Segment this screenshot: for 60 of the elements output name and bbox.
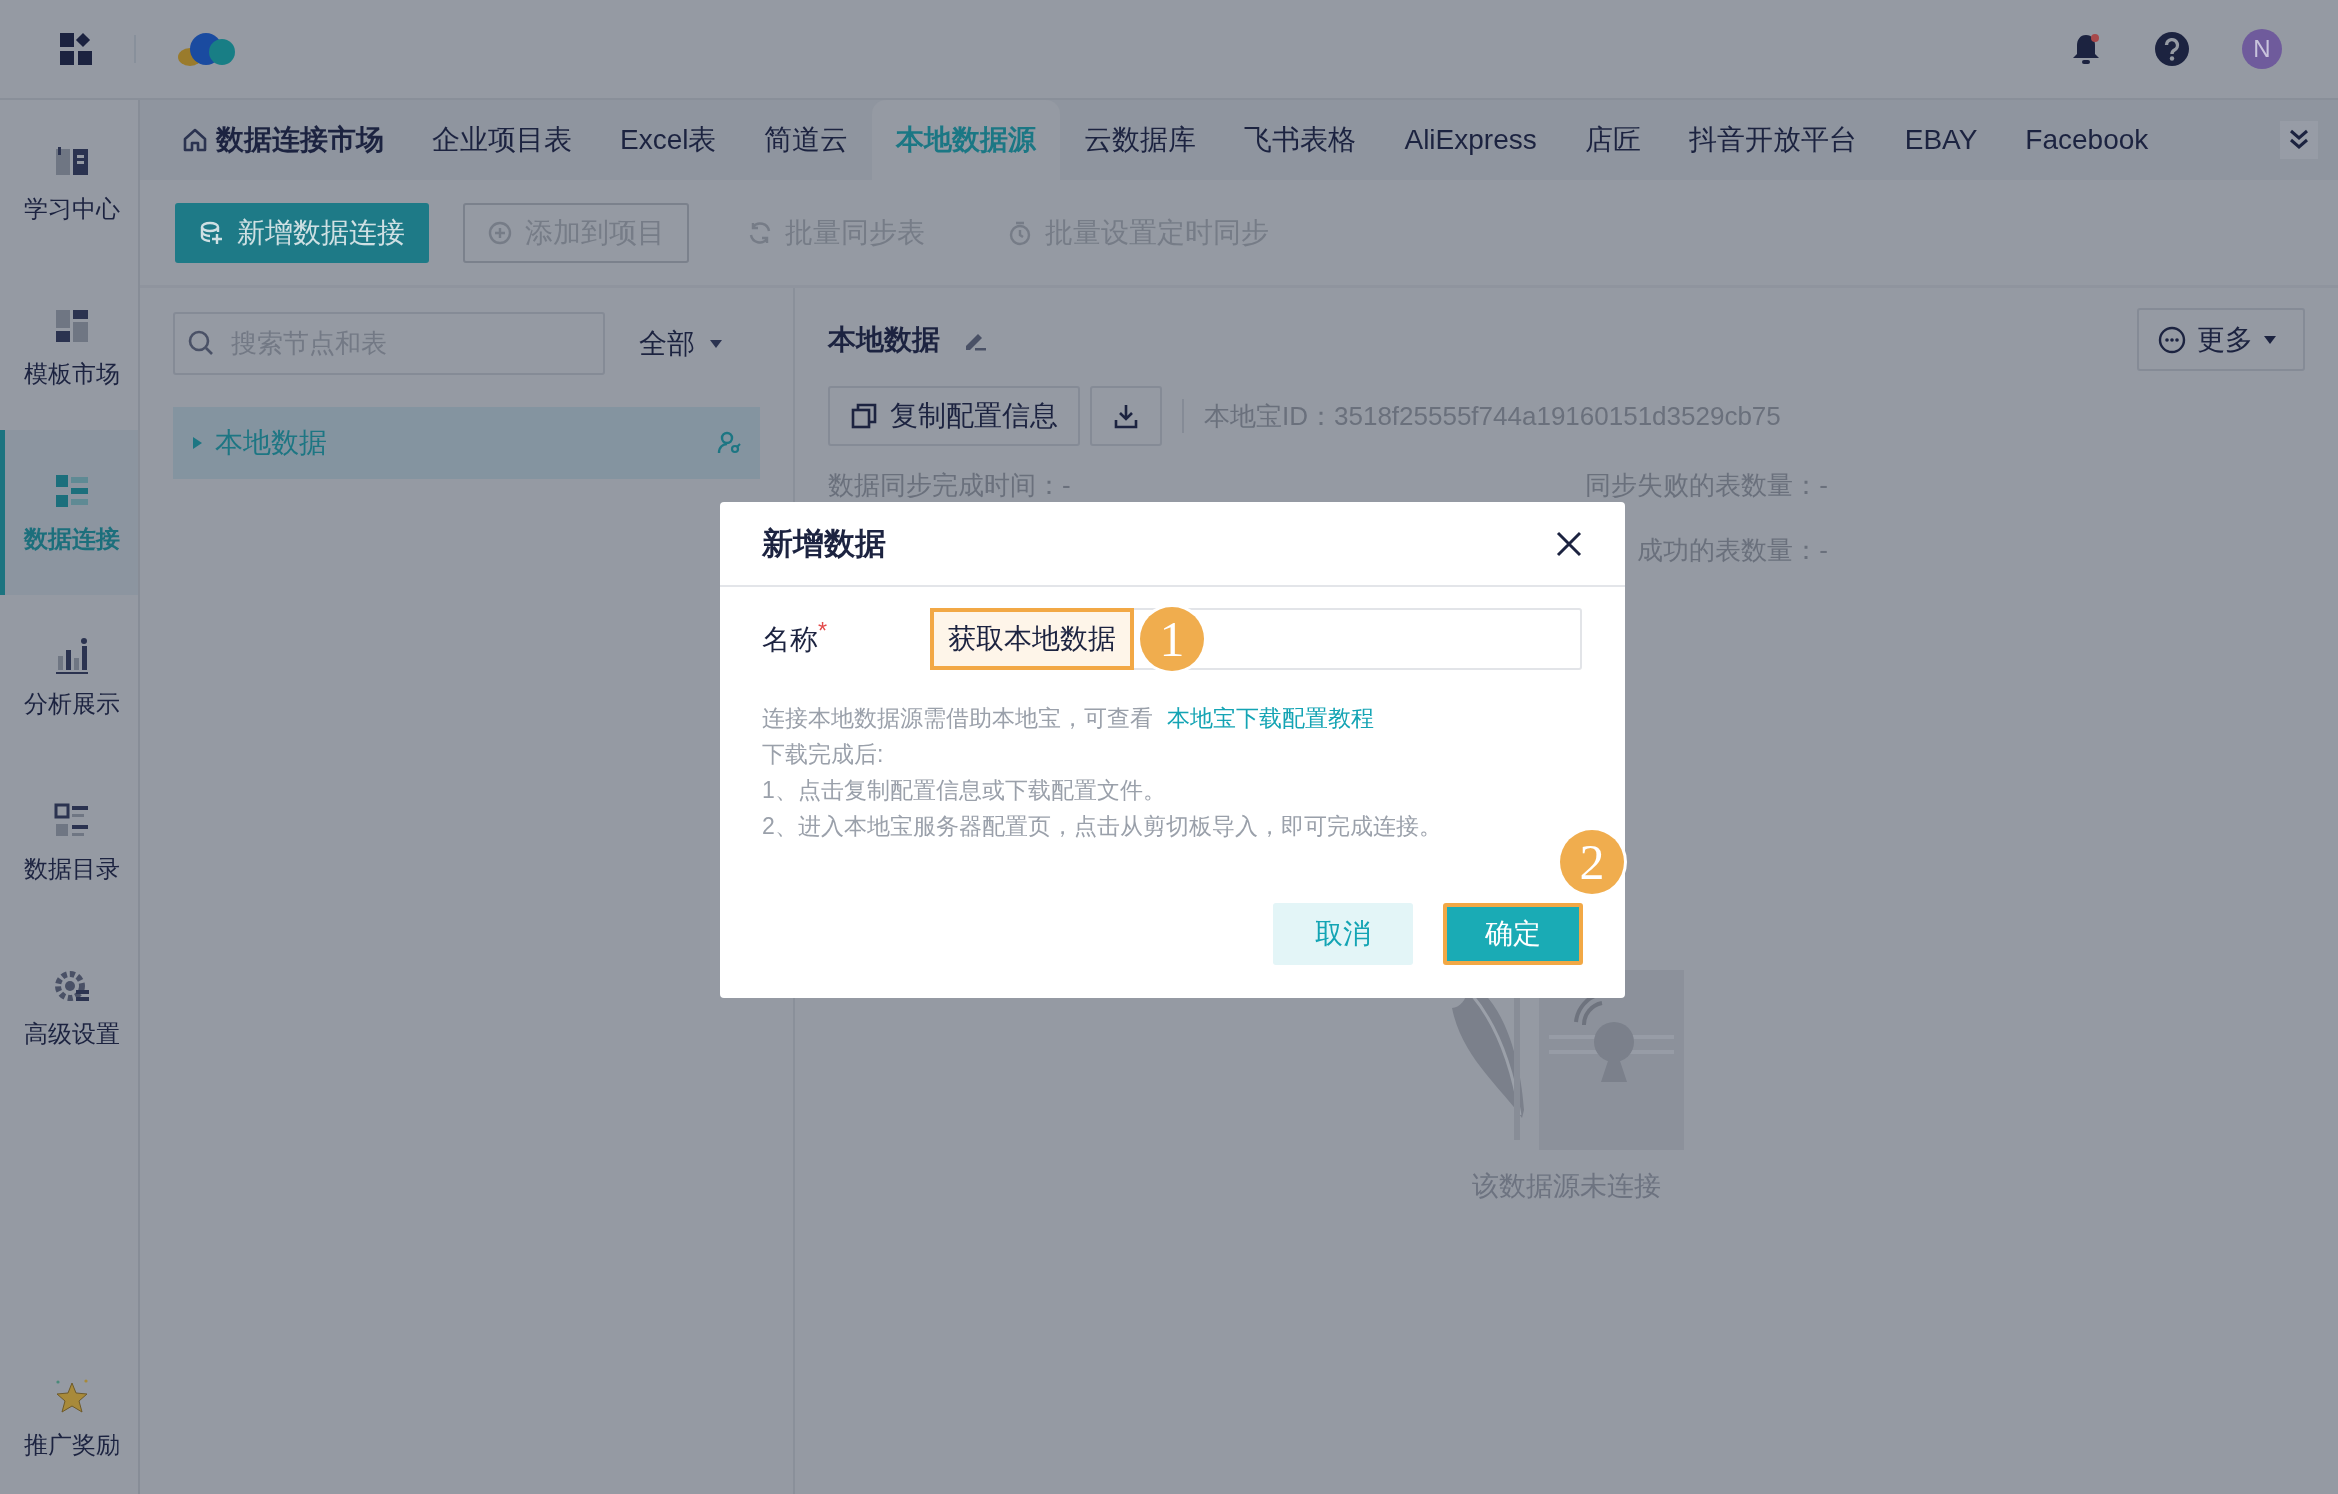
tab[interactable]: AliExpress bbox=[1380, 100, 1561, 180]
search-icon bbox=[187, 329, 215, 357]
sidebar-label: 数据连接 bbox=[23, 523, 120, 554]
download-button[interactable] bbox=[1090, 386, 1162, 446]
sidebar-item[interactable]: 学习中心 bbox=[0, 100, 138, 265]
dialog-title: 新增数据 bbox=[762, 524, 887, 563]
tree-label: 本地数据 bbox=[215, 426, 328, 460]
tab[interactable]: Excel表 bbox=[596, 100, 741, 180]
step-badge: 2 bbox=[1560, 830, 1624, 894]
help-text: 连接本地数据源需借助本地宝，可查看 本地宝下载配置教程 bbox=[762, 704, 1375, 733]
sidebar-item[interactable]: 模板市场 bbox=[0, 265, 138, 430]
database-plus-icon bbox=[199, 219, 225, 246]
apps-icon[interactable] bbox=[58, 31, 94, 67]
help-icon[interactable] bbox=[2154, 31, 2190, 67]
tab[interactable]: 云数据库 bbox=[1060, 100, 1221, 180]
confirm-button[interactable]: 确定 bbox=[1443, 903, 1583, 965]
sidebar-item[interactable]: 数据目录 bbox=[0, 760, 138, 925]
tab[interactable]: 店匠 bbox=[1560, 100, 1665, 180]
caret-icon bbox=[2263, 334, 2277, 345]
timer-icon bbox=[1007, 219, 1033, 246]
tab[interactable]: 企业项目表 bbox=[408, 100, 596, 180]
sidebar-label: 数据目录 bbox=[23, 853, 120, 884]
sidebar-label: 模板市场 bbox=[23, 358, 120, 389]
sidebar-label: 分析展示 bbox=[23, 688, 120, 719]
detail-title: 本地数据 bbox=[828, 322, 940, 357]
copy-config-button[interactable]: 复制配置信息 bbox=[828, 386, 1080, 446]
tab[interactable]: Facebook bbox=[2001, 100, 2173, 180]
help-text: 1、点击复制配置信息或下载配置文件。 bbox=[762, 776, 1167, 805]
tab[interactable]: 抖音开放平台 bbox=[1664, 100, 1881, 180]
copy-icon bbox=[850, 402, 878, 430]
sidebar-label: 高级设置 bbox=[23, 1018, 120, 1049]
plus-circle-icon bbox=[487, 219, 513, 246]
tutorial-link[interactable]: 本地宝下载配置教程 bbox=[1167, 705, 1374, 731]
sidebar-item[interactable]: 高级设置 bbox=[0, 925, 138, 1090]
tab[interactable]: EBAY bbox=[1880, 100, 2002, 180]
cancel-button[interactable]: 取消 bbox=[1273, 903, 1413, 965]
filter-dropdown[interactable]: 全部 bbox=[633, 323, 729, 364]
help-text: 2、进入本地宝服务器配置页，点击从剪切板导入，即可完成连接。 bbox=[762, 812, 1443, 841]
sync-icon bbox=[747, 219, 773, 246]
field-value: 获取本地数据 bbox=[930, 608, 1134, 670]
tab[interactable]: 数据连接市场 bbox=[158, 100, 408, 180]
more-icon bbox=[2157, 324, 2187, 355]
caret-icon bbox=[709, 338, 723, 349]
home-icon bbox=[182, 127, 208, 153]
sidebar-item[interactable]: 推广奖励 bbox=[0, 1344, 138, 1494]
logo-icon bbox=[176, 31, 238, 67]
step-badge: 1 bbox=[1140, 607, 1204, 671]
expand-icon[interactable] bbox=[2280, 121, 2318, 159]
sidebar-label: 推广奖励 bbox=[23, 1430, 120, 1460]
tab[interactable]: 飞书表格 bbox=[1220, 100, 1381, 180]
toolbar-button[interactable]: 新增数据连接 bbox=[175, 202, 429, 263]
field-label: 名称$^{*}$ bbox=[762, 618, 829, 658]
more-button[interactable]: 更多 bbox=[2137, 308, 2305, 371]
tab[interactable]: 简道云 bbox=[740, 100, 873, 180]
download-icon bbox=[1112, 402, 1140, 430]
help-text: 下载完成后: bbox=[762, 740, 885, 769]
sidebar-item[interactable]: 分析展示 bbox=[0, 595, 138, 760]
sidebar-label: 学习中心 bbox=[23, 193, 120, 224]
user-avatar[interactable]: N bbox=[2242, 29, 2282, 69]
name-field[interactable]: 获取本地数据 1 bbox=[930, 608, 1582, 670]
